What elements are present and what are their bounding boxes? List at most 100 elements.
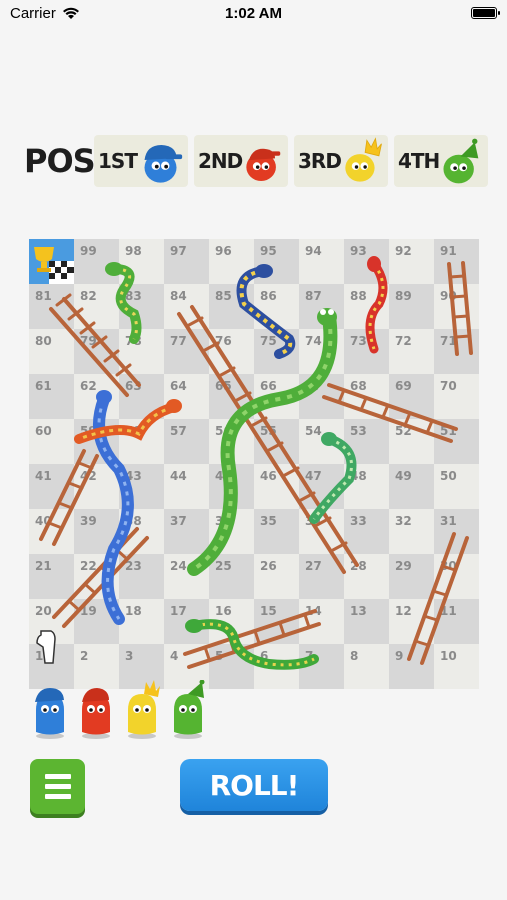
rank-label: 3RD (298, 149, 342, 173)
board-cell: 20 (29, 599, 74, 644)
board-cell: 61 (29, 374, 74, 419)
board-cell: 35 (254, 509, 299, 554)
rank-card-2nd: 2ND (194, 135, 288, 187)
rank-label: 1ST (98, 149, 138, 173)
board-cell: 41 (29, 464, 74, 509)
board-cell: 18 (119, 599, 164, 644)
board-cell: 88 (344, 284, 389, 329)
board-cell: 95 (254, 239, 299, 284)
board-cell: 60 (29, 419, 74, 464)
red-player-token-icon (82, 688, 110, 739)
board-cell: 80 (29, 329, 74, 374)
board-cell: 6 (254, 644, 299, 689)
board-cell: 24 (164, 554, 209, 599)
board-cell: 54 (299, 419, 344, 464)
board-cell: 82 (74, 284, 119, 329)
red-player-cap-icon (246, 148, 281, 181)
board-cell: 85 (209, 284, 254, 329)
board-cell: 87 (299, 284, 344, 329)
hamburger-icon-bar (44, 774, 71, 779)
board-cell: 33 (344, 509, 389, 554)
board-cell: 13 (344, 599, 389, 644)
battery-icon (471, 7, 500, 19)
board-cell: 79 (74, 329, 119, 374)
board-cell: 64 (164, 374, 209, 419)
board-cell: 46 (254, 464, 299, 509)
board-cell: 9 (389, 644, 434, 689)
board-cell: 44 (164, 464, 209, 509)
board-cell (29, 239, 74, 284)
board-cell: 76 (209, 329, 254, 374)
board-cell: 36 (209, 509, 254, 554)
board-cell: 43 (119, 464, 164, 509)
board-cell: 69 (389, 374, 434, 419)
board-cell: 42 (74, 464, 119, 509)
position-header: POS 1ST 2ND 3RD 4TH (24, 130, 488, 192)
board-cell: 40 (29, 509, 74, 554)
board-cell: 22 (74, 554, 119, 599)
game-board: 99 98 97 96 95 94 93 92 91 81 82 83 84 85 86 87 88 89 90 80… (29, 239, 479, 689)
board-cell: 27 (299, 554, 344, 599)
wifi-icon (62, 7, 79, 19)
board-cell: 45 (209, 464, 254, 509)
status-bar: Carrier 1:02 AM (0, 0, 507, 26)
menu-button[interactable] (30, 759, 85, 814)
rank-card-1st: 1ST (94, 135, 188, 187)
board-cell: 81 (29, 284, 74, 329)
board-cell: 5 (209, 644, 254, 689)
board-cell: 98 (119, 239, 164, 284)
board-cell: 10 (434, 644, 479, 689)
blue-player-cap-icon (144, 145, 183, 183)
board-cell: 49 (389, 464, 434, 509)
board-cell: 86 (254, 284, 299, 329)
board-cell: 7 (299, 644, 344, 689)
hamburger-icon-bar (44, 794, 71, 799)
board-cell: 74 (299, 329, 344, 374)
board-cell: 65 (209, 374, 254, 419)
carrier-label: Carrier (10, 4, 56, 22)
yellow-player-crown-icon (345, 137, 382, 182)
rank-card-3rd: 3RD (294, 135, 388, 187)
board-cell: 34 (299, 509, 344, 554)
board-cell: 96 (209, 239, 254, 284)
blue-player-token-icon (35, 688, 64, 739)
board-cell: 89 (389, 284, 434, 329)
pos-label: POS (24, 142, 96, 180)
board-cell: 31 (434, 509, 479, 554)
board-cell: 92 (389, 239, 434, 284)
board-cell: 28 (344, 554, 389, 599)
board-cell: 47 (299, 464, 344, 509)
board-cell: 62 (74, 374, 119, 419)
board-cell: 48 (344, 464, 389, 509)
board-cell: 70 (434, 374, 479, 419)
board-cell: 26 (254, 554, 299, 599)
board-cell: 57 (164, 419, 209, 464)
board-cell: 66 (254, 374, 299, 419)
board-cell: 71 (434, 329, 479, 374)
rank-label: 2ND (198, 149, 243, 173)
board-cell: 53 (344, 419, 389, 464)
yellow-player-token-icon (128, 680, 160, 739)
board-cell: 58 (119, 419, 164, 464)
board-cell: 38 (119, 509, 164, 554)
board-cell: 12 (389, 599, 434, 644)
green-player-token-icon (174, 680, 205, 739)
board-cell: 39 (74, 509, 119, 554)
board-cell: 90 (434, 284, 479, 329)
board-cell: 11 (434, 599, 479, 644)
board-cell: 14 (299, 599, 344, 644)
board-cell: 75 (254, 329, 299, 374)
roll-button[interactable]: ROLL! (180, 759, 328, 811)
board-cell: 21 (29, 554, 74, 599)
roll-button-label: ROLL! (209, 768, 300, 802)
board-cell: 78 (119, 329, 164, 374)
board-cell: 91 (434, 239, 479, 284)
board-cell: 30 (434, 554, 479, 599)
board-cell: 19 (74, 599, 119, 644)
board-cell: 16 (209, 599, 254, 644)
board-cell: 29 (389, 554, 434, 599)
board-cell: 52 (389, 419, 434, 464)
green-player-party-hat-icon (443, 138, 479, 184)
board-cell: 97 (164, 239, 209, 284)
rank-label: 4TH (398, 149, 440, 173)
